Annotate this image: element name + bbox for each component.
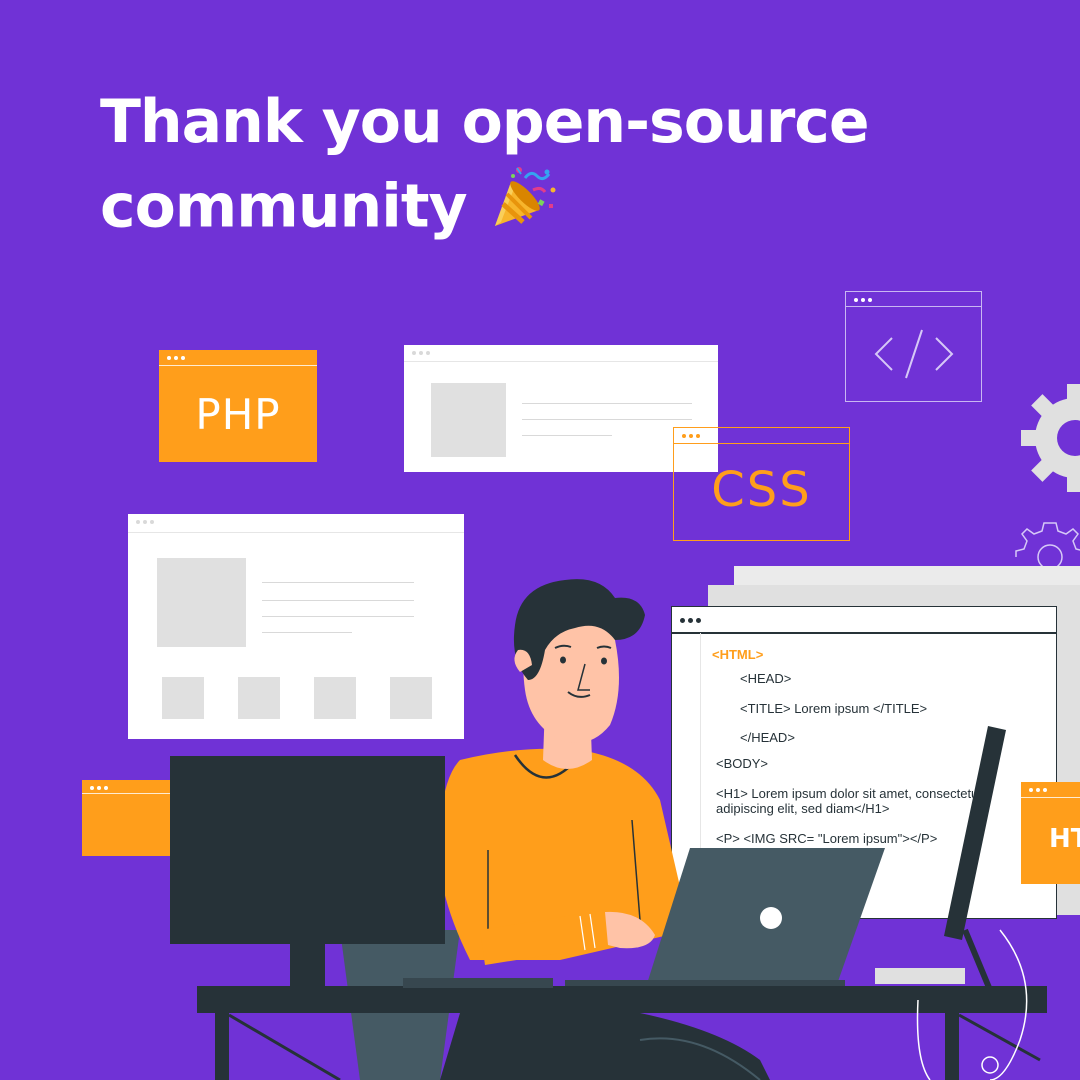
illustration-stage: Thank you open-source community PHP CSS … [0, 0, 1080, 1080]
monitor-side [875, 726, 1006, 992]
person-head [513, 579, 645, 743]
person-legs [440, 1013, 770, 1080]
developer-scene [170, 579, 1047, 1080]
